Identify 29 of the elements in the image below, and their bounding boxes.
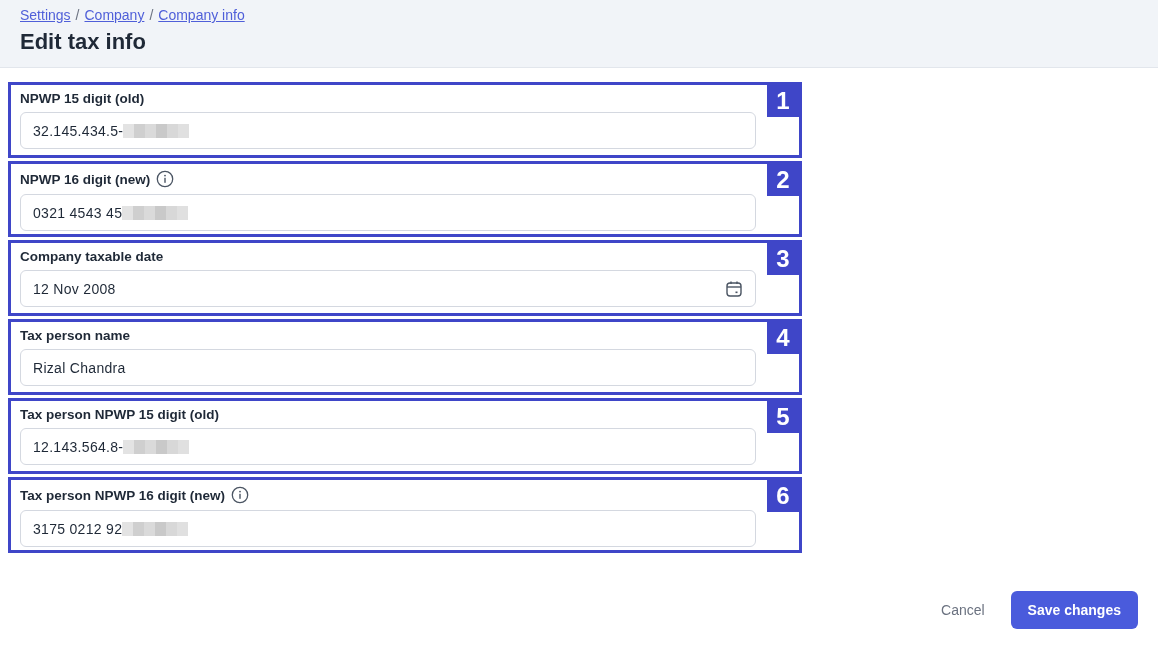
field-label: Tax person NPWP 15 digit (old): [20, 407, 220, 422]
field-label: Company taxable date: [20, 249, 164, 264]
breadcrumb-link[interactable]: Company: [84, 7, 145, 23]
input-field[interactable]: 0321 4543 45: [20, 194, 756, 231]
date-field[interactable]: 12 Nov 2008: [20, 270, 756, 307]
field-label: Tax person name: [20, 328, 131, 343]
field-label: NPWP 15 digit (old): [20, 91, 145, 106]
annotation-number: 6: [767, 480, 799, 512]
save-button[interactable]: Save changes: [1010, 591, 1138, 629]
input-field[interactable]: 12.143.564.8-: [20, 428, 756, 465]
info-icon[interactable]: [231, 486, 250, 504]
annotation-number: 4: [767, 322, 799, 354]
cancel-button[interactable]: Cancel: [937, 594, 989, 626]
info-icon[interactable]: [156, 170, 175, 188]
input-field[interactable]: Rizal Chandra: [20, 349, 756, 386]
breadcrumb-link[interactable]: Company info: [158, 7, 245, 23]
breadcrumb-separator: /: [149, 7, 154, 23]
annotation-number: 3: [767, 243, 799, 275]
annotation-number: 5: [767, 401, 799, 433]
annotation-number: 2: [767, 164, 799, 196]
annotation-number: 1: [767, 85, 799, 117]
calendar-icon[interactable]: [725, 279, 743, 298]
input-field[interactable]: 3175 0212 92: [20, 510, 756, 547]
breadcrumb-link[interactable]: Settings: [20, 7, 71, 23]
field-label: Tax person NPWP 16 digit (new): [20, 487, 226, 503]
breadcrumb-separator: /: [75, 7, 80, 23]
field-label: NPWP 16 digit (new): [20, 171, 151, 187]
page-title: Edit tax info: [20, 29, 147, 55]
input-field[interactable]: 32.145.434.5-: [20, 112, 756, 149]
